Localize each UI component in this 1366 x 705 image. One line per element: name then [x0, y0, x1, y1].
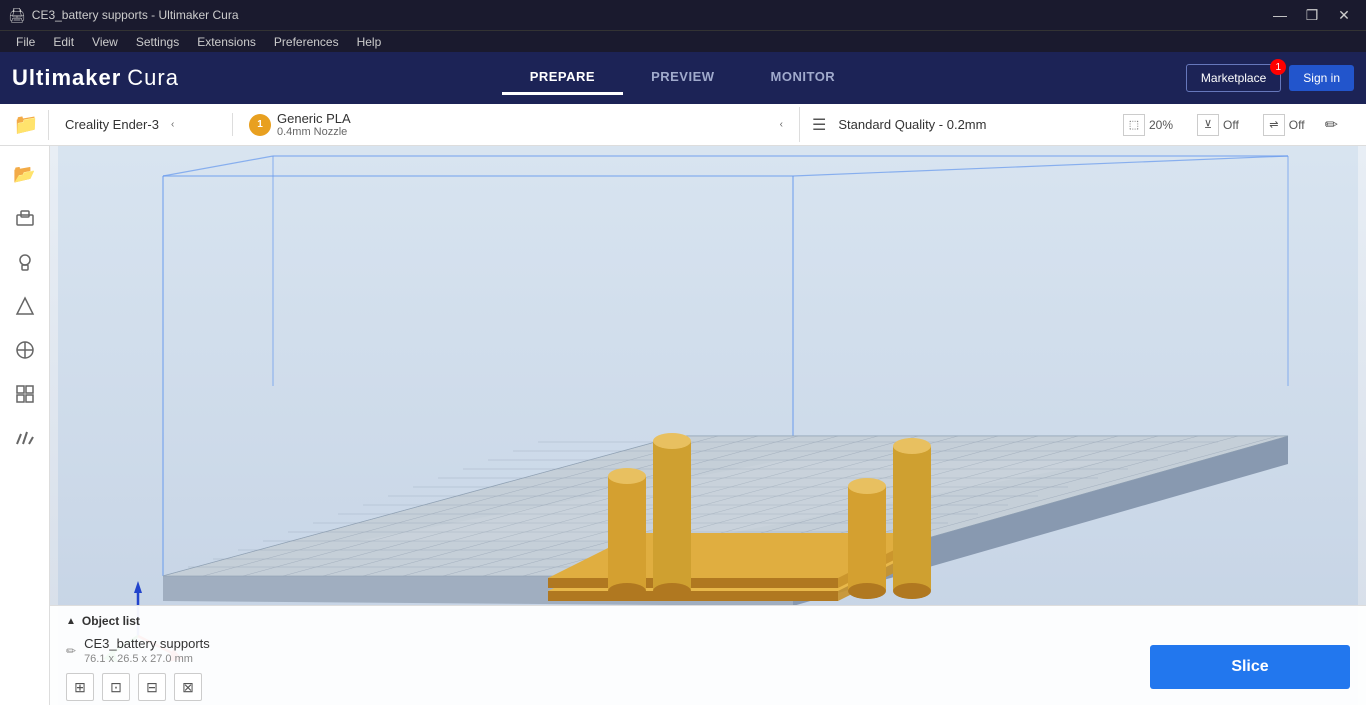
- app-logo: UltimakerCura: [12, 65, 179, 91]
- logo-part1: Ultimaker: [12, 65, 121, 90]
- sidebar-tool-open[interactable]: 📂: [5, 154, 45, 194]
- adhesion-label: Off: [1289, 118, 1305, 132]
- tab-preview[interactable]: PREVIEW: [623, 61, 742, 95]
- object-dims: 76.1 x 26.5 x 27.0 mm: [84, 653, 210, 665]
- menu-preferences[interactable]: Preferences: [266, 33, 347, 51]
- menu-file[interactable]: File: [8, 33, 43, 51]
- material-selector[interactable]: 1 Generic PLA 0.4mm Nozzle ‹: [233, 107, 800, 142]
- main-area: 📂: [0, 146, 1366, 705]
- folder-icon: 📁: [14, 112, 39, 137]
- minimize-button[interactable]: —: [1266, 5, 1294, 25]
- material-name: Generic PLA: [277, 111, 351, 126]
- toolbar2: 📁 Creality Ender-3 ‹ 1 Generic PLA 0.4mm…: [0, 104, 1366, 146]
- tab-prepare[interactable]: PREPARE: [502, 61, 623, 95]
- edit-settings-button[interactable]: ✏: [1317, 111, 1346, 139]
- collapse-arrow: ▲: [66, 616, 76, 627]
- tab-monitor[interactable]: MONITOR: [743, 61, 864, 95]
- menu-edit[interactable]: Edit: [45, 33, 82, 51]
- infill-pct: 20%: [1149, 118, 1173, 132]
- bottom-icon-row: ⊞ ⊡ ⊟ ⊠: [66, 673, 202, 701]
- window-title: CE3_battery supports - Ultimaker Cura: [32, 8, 239, 22]
- open-folder-button[interactable]: 📁: [8, 107, 44, 143]
- bottom-icon-1[interactable]: ⊞: [66, 673, 94, 701]
- object-list-label: Object list: [82, 614, 140, 628]
- menu-extensions[interactable]: Extensions: [189, 33, 264, 51]
- app-icon: 🖨: [8, 7, 26, 24]
- quality-section: ☰ Standard Quality - 0.2mm ⬚ 20% ⊻ Off ⇌…: [800, 111, 1358, 139]
- sidebar-tool-3[interactable]: [5, 286, 45, 326]
- close-button[interactable]: ✕: [1330, 5, 1358, 25]
- printer-arrow-left[interactable]: ‹: [171, 119, 174, 130]
- header: UltimakerCura PREPARE PREVIEW MONITOR Ma…: [0, 52, 1366, 104]
- menu-help[interactable]: Help: [349, 33, 390, 51]
- support-group: ⊻ Off: [1197, 114, 1239, 136]
- bottom-icon-4[interactable]: ⊠: [174, 673, 202, 701]
- maximize-button[interactable]: ❒: [1298, 5, 1326, 25]
- marketplace-badge: 1: [1270, 59, 1286, 75]
- object-name: CE3_battery supports: [84, 636, 210, 651]
- quality-text: Standard Quality - 0.2mm: [838, 117, 986, 132]
- support-label: Off: [1223, 118, 1239, 132]
- material-badge: 1: [249, 114, 271, 136]
- marketplace-button[interactable]: Marketplace 1: [1186, 64, 1281, 92]
- sidebar-tool-6[interactable]: [5, 418, 45, 458]
- bottom-icon-3[interactable]: ⊟: [138, 673, 166, 701]
- printer-selector[interactable]: Creality Ender-3 ‹: [53, 113, 233, 136]
- signin-button[interactable]: Sign in: [1289, 65, 1354, 91]
- adhesion-icon: ⇌: [1263, 114, 1285, 136]
- titlebar: 🖨 CE3_battery supports - Ultimaker Cura …: [0, 0, 1366, 30]
- logo-part2: Cura: [127, 65, 179, 90]
- sidebar-tool-1[interactable]: [5, 198, 45, 238]
- sidebar-tool-5[interactable]: [5, 374, 45, 414]
- sidebar-tool-2[interactable]: [5, 242, 45, 282]
- infill-group: ⬚ 20%: [1123, 114, 1173, 136]
- nav-tabs: PREPARE PREVIEW MONITOR: [502, 61, 864, 95]
- menubar: File Edit View Settings Extensions Prefe…: [0, 30, 1366, 52]
- printer-name: Creality Ender-3: [65, 117, 159, 132]
- object-list-toggle[interactable]: ▲ Object list: [66, 614, 1350, 628]
- infill-icon: ⬚: [1123, 114, 1145, 136]
- material-sub: 0.4mm Nozzle: [277, 126, 351, 138]
- edit-object-icon[interactable]: ✏: [66, 644, 76, 658]
- material-arrow-left[interactable]: ‹: [780, 119, 783, 130]
- viewport[interactable]: ▲ Object list ✏ CE3_battery supports 76.…: [50, 146, 1366, 705]
- menu-view[interactable]: View: [84, 33, 126, 51]
- slice-button[interactable]: Slice: [1150, 645, 1350, 689]
- bottom-icon-2[interactable]: ⊡: [102, 673, 130, 701]
- menu-settings[interactable]: Settings: [128, 33, 187, 51]
- left-sidebar: 📂: [0, 146, 50, 705]
- quality-icon: ☰: [812, 115, 826, 135]
- sidebar-tool-4[interactable]: [5, 330, 45, 370]
- support-icon: ⊻: [1197, 114, 1219, 136]
- adhesion-group: ⇌ Off: [1263, 114, 1305, 136]
